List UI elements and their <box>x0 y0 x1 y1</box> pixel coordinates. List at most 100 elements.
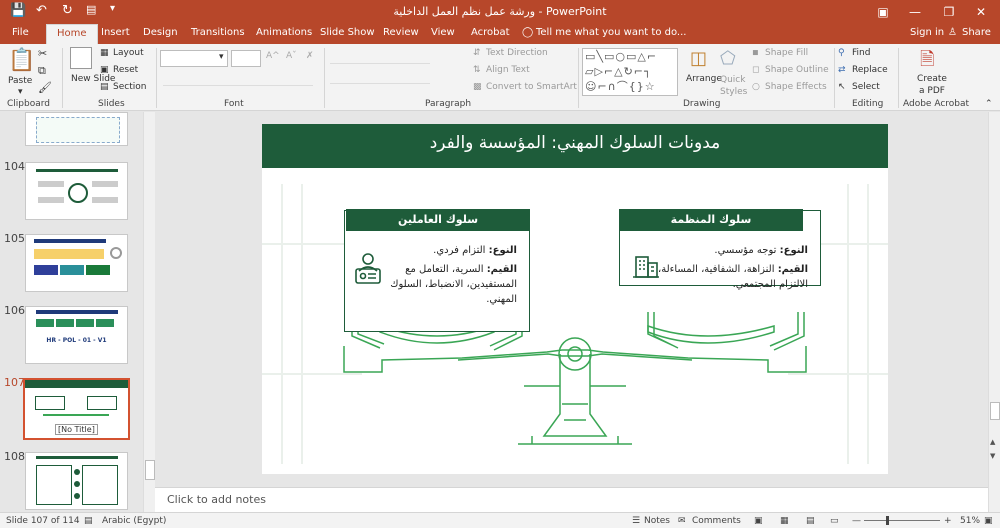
zoom-out-icon[interactable]: — <box>852 516 861 526</box>
align-text-button[interactable]: Align Text <box>486 65 530 75</box>
zoom-slider[interactable] <box>864 516 940 525</box>
comments-icon: ✉ <box>678 516 686 526</box>
tab-review[interactable]: Review <box>383 27 419 38</box>
arrange-icon: ◫ <box>690 48 708 69</box>
slide-thumbnail-108[interactable] <box>25 452 128 510</box>
zoom-slider-handle[interactable] <box>886 516 889 525</box>
fit-slide-icon[interactable]: ▣ <box>984 516 993 526</box>
zoom-in-icon[interactable]: + <box>944 516 952 526</box>
font-name-dropdown-icon[interactable]: ▾ <box>219 52 224 62</box>
organization-card-header[interactable]: سلوك المنظمة <box>619 209 803 231</box>
paste-icon[interactable]: 📋 <box>8 48 35 73</box>
notes-placeholder[interactable]: Click to add notes <box>167 493 266 506</box>
replace-button[interactable]: Replace <box>852 65 888 75</box>
paste-dropdown-icon[interactable]: ▾ <box>18 87 23 97</box>
thumbnail-scrollbar[interactable] <box>143 112 155 512</box>
font-size-field[interactable] <box>231 50 261 67</box>
slide-number: 105 <box>4 232 25 245</box>
separator <box>834 48 835 108</box>
slide-scrollbar[interactable]: ▲ ▼ <box>988 112 1000 512</box>
tab-home[interactable]: Home <box>46 24 98 44</box>
reading-view-icon[interactable]: ▤ <box>806 516 815 526</box>
tab-insert[interactable]: Insert <box>101 27 130 38</box>
tab-transitions[interactable]: Transitions <box>191 27 245 38</box>
create-pdf-button[interactable]: Create a PDF <box>914 73 950 97</box>
tell-me-icon: ◯ <box>522 27 534 38</box>
group-label-acrobat: Adobe Acrobat <box>903 99 970 109</box>
shape-effects-button[interactable]: Shape Effects <box>765 82 827 92</box>
share-icon: ♙ <box>948 27 957 38</box>
paste-button[interactable]: Paste <box>8 76 32 86</box>
slide-sorter-icon[interactable]: ▦ <box>780 516 789 526</box>
separator <box>578 48 579 108</box>
reset-button[interactable]: Reset <box>113 65 138 75</box>
slide-scroll-thumb[interactable] <box>990 402 1000 420</box>
ribbon-tabs: File Home Insert Design Transitions Anim… <box>0 24 1000 44</box>
slide-number: 106 <box>4 304 25 317</box>
slideshow-icon[interactable]: ▭ <box>830 516 839 526</box>
section-button[interactable]: Section <box>113 82 146 92</box>
org-values-label: القيم: <box>777 264 808 275</box>
thumbnail-scroll-thumb[interactable] <box>145 460 155 480</box>
copy-icon[interactable]: ⧉ <box>38 64 46 78</box>
clear-formatting-icon[interactable]: ✗ <box>306 51 314 61</box>
collapse-ribbon-icon[interactable]: ⌃ <box>985 99 993 109</box>
shapes-gallery[interactable]: ▭╲▭○▭△⌐ ▱▷⌐△↻⌐┐ ☺⌐∩⌒{}☆ <box>582 48 678 96</box>
slide-thumbnail-106[interactable]: HR - POL - 01 - V1 <box>25 306 128 364</box>
arrange-button[interactable]: Arrange <box>686 74 722 84</box>
notes-pane[interactable]: Click to add notes <box>155 487 988 512</box>
list-buttons-row <box>330 50 430 64</box>
zoom-level[interactable]: 51% <box>960 516 980 526</box>
spelling-icon[interactable]: ▤ <box>84 516 93 526</box>
replace-icon: ⇄ <box>838 65 846 75</box>
language-indicator[interactable]: Arabic (Egypt) <box>102 516 166 526</box>
slide-counter: Slide 107 of 114 <box>6 516 80 526</box>
quick-styles-button[interactable]: Quick Styles <box>720 74 750 98</box>
cut-icon[interactable]: ✂ <box>38 47 47 60</box>
tab-file[interactable]: File <box>12 27 29 38</box>
new-slide-button[interactable]: New Slide <box>71 74 115 84</box>
slide-thumbnail-107-selected[interactable]: [No Title] <box>23 378 130 440</box>
decrease-font-icon[interactable]: Aˇ <box>286 51 297 61</box>
share-button[interactable]: Share <box>962 27 991 38</box>
group-label-clipboard: Clipboard <box>7 99 50 109</box>
close-button[interactable]: ✕ <box>966 2 996 22</box>
slide-canvas[interactable]: مدونات السلوك المهني: المؤسسة والفرد الن… <box>262 124 888 474</box>
slide-thumbnail-105[interactable] <box>25 234 128 292</box>
comments-toggle-button[interactable]: Comments <box>692 516 741 526</box>
find-button[interactable]: Find <box>852 48 870 58</box>
group-label-editing: Editing <box>852 99 884 109</box>
notes-toggle-button[interactable]: Notes <box>644 516 670 526</box>
slide-thumbnail-104[interactable] <box>25 162 128 220</box>
restore-button[interactable]: ❐ <box>934 2 964 22</box>
select-button[interactable]: Select <box>852 82 880 92</box>
tell-me-input[interactable]: Tell me what you want to do... <box>536 27 686 38</box>
slide-thumbnail-103[interactable] <box>25 112 128 146</box>
shape-outline-button[interactable]: Shape Outline <box>765 65 829 75</box>
employee-card-header[interactable]: سلوك العاملين <box>346 209 530 231</box>
separator <box>156 48 157 108</box>
previous-slide-icon[interactable]: ▲ <box>990 438 995 446</box>
sign-in-link[interactable]: Sign in <box>910 27 944 38</box>
increase-font-icon[interactable]: A^ <box>266 51 280 61</box>
format-painter-icon[interactable]: 🖌 <box>38 81 52 94</box>
group-label-paragraph: Paragraph <box>425 99 472 109</box>
normal-view-icon[interactable]: ▣ <box>754 516 763 526</box>
shape-fill-button[interactable]: Shape Fill <box>765 48 808 58</box>
tab-view[interactable]: View <box>431 27 455 38</box>
next-slide-icon[interactable]: ▼ <box>990 452 995 460</box>
new-slide-icon[interactable] <box>70 47 92 69</box>
convert-smartart-button[interactable]: Convert to SmartArt <box>486 82 577 92</box>
ribbon-display-options-icon[interactable]: ▣ <box>868 2 898 22</box>
minimize-button[interactable]: — <box>900 2 930 22</box>
building-icon <box>632 251 660 279</box>
font-name-field[interactable] <box>160 50 228 67</box>
tab-animations[interactable]: Animations <box>256 27 312 38</box>
tab-design[interactable]: Design <box>143 27 178 38</box>
org-type-value: توجه مؤسسي. <box>714 245 777 256</box>
group-label-drawing: Drawing <box>683 99 721 109</box>
layout-button[interactable]: Layout <box>113 48 144 58</box>
tab-acrobat[interactable]: Acrobat <box>471 27 510 38</box>
text-direction-button[interactable]: Text Direction <box>486 48 548 58</box>
tab-slide-show[interactable]: Slide Show <box>320 27 375 38</box>
